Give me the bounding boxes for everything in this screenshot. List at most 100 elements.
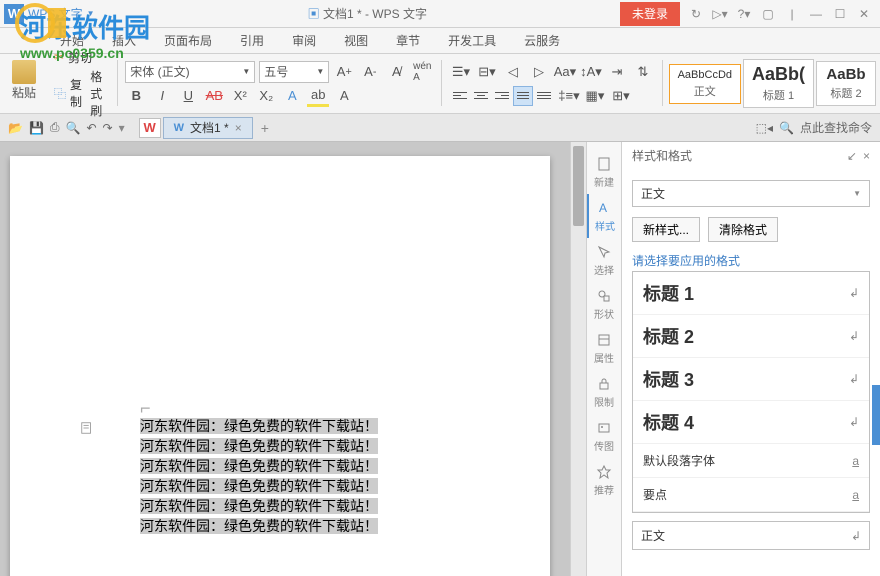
change-case-button[interactable]: Aa▾: [554, 61, 576, 83]
italic-button[interactable]: I: [151, 85, 173, 107]
subscript-button[interactable]: X₂: [255, 85, 277, 107]
style-heading2[interactable]: AaBb标题 2: [816, 61, 876, 106]
font-size-selector[interactable]: 五号▼: [259, 61, 329, 83]
maximize-icon[interactable]: ☐: [832, 6, 848, 22]
list-item[interactable]: 标题 3↲: [633, 358, 869, 401]
side-shapes[interactable]: 形状: [587, 282, 621, 326]
indent-right-button[interactable]: ▷: [528, 61, 550, 83]
underline-button[interactable]: U: [177, 85, 199, 107]
text-direction-button[interactable]: ↕A▾: [580, 61, 602, 83]
side-label: 选择: [594, 262, 614, 277]
font-color-button[interactable]: A: [281, 85, 303, 107]
list-item[interactable]: 标题 4↲: [633, 401, 869, 444]
phonetic-icon[interactable]: wénA: [411, 61, 433, 83]
align-right-button[interactable]: [492, 86, 512, 106]
current-style-dropdown[interactable]: 正文 ▼: [632, 180, 870, 207]
menu-review[interactable]: 审阅: [292, 32, 316, 49]
clear-format-button[interactable]: 清除格式: [708, 217, 778, 242]
align-center-button[interactable]: [471, 86, 491, 106]
more-icon[interactable]: ▾: [119, 121, 125, 135]
tab-button[interactable]: ⇥: [606, 61, 628, 83]
decrease-font-icon[interactable]: A-: [359, 61, 381, 83]
side-properties[interactable]: 属性: [587, 326, 621, 370]
undo-icon[interactable]: ↶: [86, 121, 96, 135]
list-item[interactable]: 默认段落字体a: [633, 444, 869, 478]
redo-icon[interactable]: ↷: [103, 121, 113, 135]
size-value: 五号: [264, 63, 288, 80]
add-tab-button[interactable]: +: [261, 120, 269, 136]
open-icon[interactable]: 📂: [8, 121, 23, 135]
bullets-button[interactable]: ☰▾: [450, 61, 472, 83]
list-item[interactable]: 要点a: [633, 478, 869, 512]
panel-close-icon[interactable]: ×: [863, 149, 870, 163]
scroll-thumb[interactable]: [573, 146, 584, 226]
document-tab[interactable]: W 文档1 * ×: [163, 117, 253, 139]
align-distribute-button[interactable]: [534, 86, 554, 106]
align-justify-button[interactable]: [513, 86, 533, 106]
increase-font-icon[interactable]: A+: [333, 61, 355, 83]
copy-button[interactable]: 复制: [70, 76, 82, 110]
side-upload[interactable]: 传图: [587, 414, 621, 458]
vertical-scrollbar[interactable]: [570, 142, 586, 576]
style-normal[interactable]: AaBbCcDd正文: [669, 64, 741, 104]
paste-button[interactable]: 粘贴: [6, 58, 42, 103]
menu-layout[interactable]: 页面布局: [164, 32, 212, 49]
style-heading1[interactable]: AaBb(标题 1: [743, 59, 814, 108]
menu-insert[interactable]: 插入: [112, 32, 136, 49]
panel-options-icon[interactable]: ↙: [847, 149, 857, 163]
strike-button[interactable]: AB: [203, 85, 225, 107]
format-painter-button[interactable]: 格式刷: [90, 68, 108, 119]
cloud-icon[interactable]: ▷▾: [712, 6, 728, 22]
shading-button[interactable]: ▦▾: [584, 85, 606, 107]
side-styles[interactable]: A样式: [587, 194, 621, 238]
menu-start[interactable]: 开始: [60, 32, 84, 49]
side-select[interactable]: 选择: [587, 238, 621, 282]
menu-cloud[interactable]: 云服务: [524, 32, 560, 49]
superscript-button[interactable]: X²: [229, 85, 251, 107]
cut-icon: ✂: [54, 50, 64, 64]
list-item[interactable]: 标题 2↲: [633, 315, 869, 358]
tab-close-icon[interactable]: ×: [235, 121, 242, 135]
side-recommend[interactable]: 推荐: [587, 458, 621, 502]
document-page[interactable]: ⌐ 河东软件园：绿色免费的软件下载站！ 河东软件园：绿色免费的软件下载站！ 河东…: [10, 156, 550, 576]
clear-format-icon[interactable]: A̸: [385, 61, 407, 83]
print-icon[interactable]: ⎙: [50, 120, 60, 135]
list-item[interactable]: 标题 1↲: [633, 272, 869, 315]
login-button[interactable]: 未登录: [620, 2, 680, 26]
font-selector[interactable]: 宋体 (正文)▼: [125, 61, 255, 83]
side-new[interactable]: 新建: [587, 150, 621, 194]
menu-references[interactable]: 引用: [240, 32, 264, 49]
line-spacing-button[interactable]: ‡≡▾: [558, 85, 580, 107]
sort-button[interactable]: ⇅: [632, 61, 654, 83]
menu-bar: 开始 插入 页面布局 引用 审阅 视图 章节 开发工具 云服务: [0, 28, 880, 54]
current-format-input[interactable]: 正文 ↲: [632, 521, 870, 550]
cut-button[interactable]: 剪切: [68, 49, 92, 66]
menu-chapter[interactable]: 章节: [396, 32, 420, 49]
app-dropdown-icon[interactable]: ▼: [87, 9, 95, 18]
indent-left-button[interactable]: ◁: [502, 61, 524, 83]
borders-button[interactable]: ⊞▾: [610, 85, 632, 107]
help-icon[interactable]: ?▾: [736, 6, 752, 22]
preview-icon[interactable]: 🔍: [66, 121, 81, 135]
menu-devtools[interactable]: 开发工具: [448, 32, 496, 49]
app-name[interactable]: WPS 文字: [28, 5, 83, 22]
close-icon[interactable]: ✕: [856, 6, 872, 22]
window-icon[interactable]: ▢: [760, 6, 776, 22]
style-name: 默认段落字体: [643, 452, 715, 469]
wps-home-tab[interactable]: W: [139, 118, 161, 138]
document-canvas[interactable]: ⌐ 河东软件园：绿色免费的软件下载站！ 河东软件园：绿色免费的软件下载站！ 河东…: [0, 142, 586, 576]
menu-view[interactable]: 视图: [344, 32, 368, 49]
sync-icon[interactable]: ↻: [688, 6, 704, 22]
char-border-button[interactable]: A: [333, 85, 355, 107]
minimize-icon[interactable]: —: [808, 6, 824, 22]
align-left-button[interactable]: [450, 86, 470, 106]
search-command-label[interactable]: 点此查找命令: [800, 119, 872, 136]
side-restrict[interactable]: 限制: [587, 370, 621, 414]
task-pane-icon[interactable]: ⬚◂: [756, 121, 773, 135]
bold-button[interactable]: B: [125, 85, 147, 107]
numbering-button[interactable]: ⊟▾: [476, 61, 498, 83]
highlight-button[interactable]: ab: [307, 85, 329, 107]
new-style-button[interactable]: 新样式...: [632, 217, 700, 242]
save-icon[interactable]: 💾: [29, 121, 44, 135]
document-text[interactable]: 河东软件园：绿色免费的软件下载站！ 河东软件园：绿色免费的软件下载站！ 河东软件…: [140, 416, 490, 536]
